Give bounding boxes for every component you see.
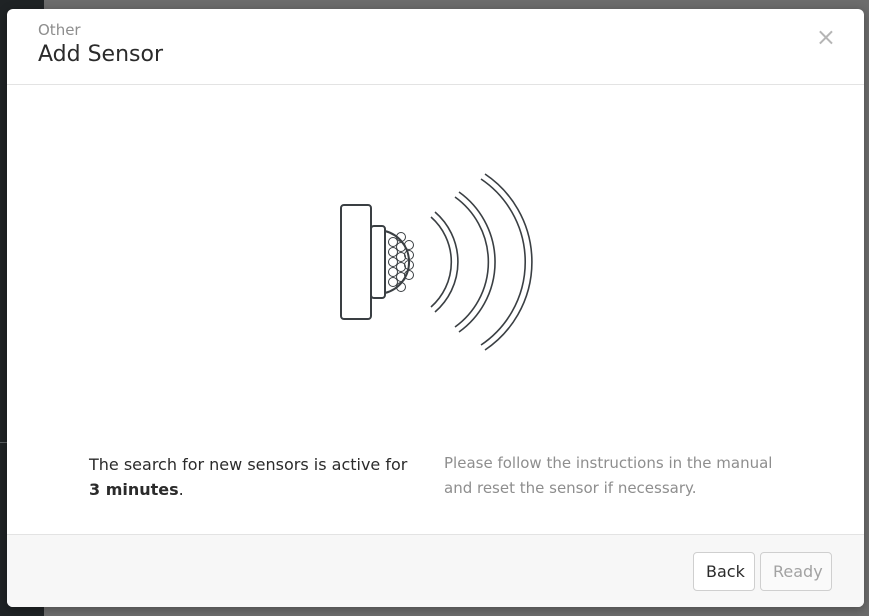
instructions-text: Please follow the instructions in the ma… xyxy=(444,454,773,497)
status-suffix: . xyxy=(178,480,184,499)
status-prefix: The search for new sensors is active for xyxy=(89,455,408,474)
dialog-header: Other Add Sensor × xyxy=(7,9,864,85)
close-icon[interactable]: × xyxy=(816,25,836,49)
dialog-subtitle: Other xyxy=(38,21,81,39)
wave-small-outer xyxy=(430,216,453,308)
signal-waves xyxy=(430,173,533,351)
wave-small-inner xyxy=(434,211,459,313)
status-duration: 3 minutes xyxy=(89,480,179,499)
motion-sensor-illustration xyxy=(340,173,533,351)
ready-button[interactable]: Ready xyxy=(760,552,832,591)
wave-medium-outer xyxy=(454,196,490,328)
sensor-body xyxy=(340,204,372,320)
search-status-text: The search for new sensors is active for… xyxy=(89,452,409,502)
wave-medium-inner xyxy=(458,191,496,333)
sensor-mount xyxy=(370,225,386,299)
back-button[interactable]: Back xyxy=(693,552,755,591)
dialog-title: Add Sensor xyxy=(38,42,163,67)
add-sensor-dialog: Other Add Sensor × The search for new se… xyxy=(7,9,864,607)
dialog-footer: Back Ready xyxy=(7,534,864,607)
